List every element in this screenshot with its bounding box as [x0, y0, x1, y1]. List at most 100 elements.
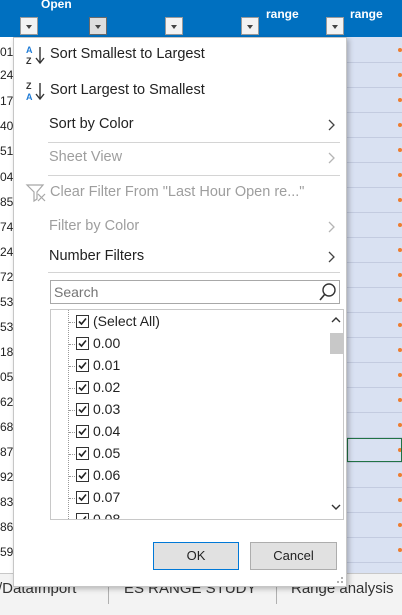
autofilter-dropdown-panel: A Z Sort Smallest to Largest Z A Sort La… — [13, 37, 347, 587]
filter-value-label: 0.03 — [93, 401, 121, 417]
row-gridline — [347, 87, 402, 88]
filter-dropdown-button[interactable] — [165, 17, 183, 35]
header-range-2: range — [350, 7, 383, 21]
checkbox[interactable] — [76, 447, 89, 460]
cell-fragment[interactable]: 92 — [0, 470, 14, 484]
filter-value-item[interactable]: 0.01 — [51, 355, 321, 377]
select-all-item[interactable]: (Select All) — [51, 311, 321, 333]
magnifier-icon[interactable] — [318, 282, 338, 302]
menu-separator — [48, 272, 340, 273]
filter-value-label: 0.05 — [93, 445, 121, 461]
scroll-up-arrow-icon[interactable] — [330, 314, 342, 326]
cell-fragment[interactable]: 51 — [0, 144, 14, 158]
filter-value-label: 0.02 — [93, 379, 121, 395]
cell-indicator-dot — [398, 423, 402, 427]
number-filters-item[interactable]: Number Filters — [14, 242, 346, 272]
chevron-right-icon — [328, 119, 335, 131]
cell-fragment[interactable]: 86 — [0, 520, 14, 534]
sort-ascending-item[interactable]: A Z Sort Smallest to Largest — [14, 40, 346, 70]
cell-fragment[interactable]: 53 — [0, 295, 14, 309]
filter-dropdown-button[interactable] — [241, 17, 259, 35]
cell-fragment[interactable]: 05 — [0, 370, 14, 384]
header-range: range — [266, 7, 299, 21]
list-scrollbar[interactable] — [328, 310, 343, 519]
svg-text:A: A — [26, 92, 33, 102]
filter-value-item[interactable]: 0.08 — [51, 509, 321, 520]
sheet-view-label: Sheet View — [49, 149, 123, 165]
filter-dropdown-button[interactable] — [326, 17, 344, 35]
clear-filter-icon — [25, 184, 46, 203]
filter-value-item[interactable]: 0.04 — [51, 421, 321, 443]
row-gridline — [347, 112, 402, 113]
ok-button[interactable]: OK — [153, 542, 239, 570]
cell-fragment[interactable]: 72 — [0, 270, 14, 284]
filter-value-item[interactable]: 0.02 — [51, 377, 321, 399]
sort-descending-item[interactable]: Z A Sort Largest to Smallest — [14, 76, 346, 106]
search-box[interactable] — [50, 280, 340, 304]
scrollbar-thumb[interactable] — [330, 333, 343, 354]
checkbox[interactable] — [76, 315, 89, 328]
checkbox[interactable] — [76, 381, 89, 394]
filter-dropdown-button-active[interactable] — [89, 17, 107, 35]
row-gridline — [347, 237, 402, 238]
filter-values-list[interactable]: (Select All) 0.00 0.01 0.02 0.03 0.04 0.05 0.06… — [50, 309, 344, 520]
cell-fragment[interactable]: 68 — [0, 420, 14, 434]
row-gridline — [347, 537, 402, 538]
cell-fragment[interactable]: 17 — [0, 94, 14, 108]
checkmark-icon — [78, 317, 87, 326]
checkbox[interactable] — [76, 337, 89, 350]
sort-ascending-icon: A Z — [26, 45, 45, 66]
filter-value-item[interactable]: 0.00 — [51, 333, 321, 355]
resize-grip-icon[interactable] — [336, 576, 344, 584]
range-column[interactable] — [347, 37, 402, 573]
filter-value-item[interactable]: 0.07 — [51, 487, 321, 509]
filter-value-label: (Select All) — [93, 313, 160, 329]
clear-filter-label: Clear Filter From "Last Hour Open re..." — [50, 184, 305, 200]
sheet-view-item: Sheet View — [14, 143, 346, 173]
checkbox[interactable] — [76, 425, 89, 438]
filter-value-item[interactable]: 0.03 — [51, 399, 321, 421]
cell-indicator-dot — [398, 323, 402, 327]
row-gridline — [347, 212, 402, 213]
search-input[interactable] — [51, 281, 317, 303]
cell-indicator-dot — [398, 148, 402, 152]
sort-by-color-item[interactable]: Sort by Color — [14, 110, 346, 140]
row-gridline — [347, 312, 402, 313]
cell-fragment[interactable]: 04 — [0, 170, 14, 184]
row-gridline — [347, 287, 402, 288]
scroll-down-arrow-icon[interactable] — [330, 501, 342, 513]
cell-fragment[interactable]: 85 — [0, 195, 14, 209]
cell-fragment[interactable]: 74 — [0, 220, 14, 234]
filter-value-label: 0.08 — [93, 511, 121, 520]
cell-fragment[interactable]: 24 — [0, 245, 14, 259]
number-filters-label: Number Filters — [49, 248, 145, 264]
cell-fragment[interactable]: 87 — [0, 445, 14, 459]
cell-fragment[interactable]: 18 — [0, 345, 14, 359]
filter-value-label: 0.04 — [93, 423, 121, 439]
filter-dropdown-button[interactable] — [20, 17, 38, 35]
header-open: Open — [41, 0, 72, 11]
checkbox[interactable] — [76, 469, 89, 482]
cell-fragment[interactable]: 59 — [0, 545, 14, 559]
cell-fragment[interactable]: 62 — [0, 395, 14, 409]
cell-fragment[interactable]: 53 — [0, 320, 14, 334]
filter-by-color-label: Filter by Color — [49, 218, 140, 234]
checkbox[interactable] — [76, 359, 89, 372]
checkmark-icon — [78, 449, 87, 458]
checkbox[interactable] — [76, 491, 89, 504]
cell-fragment[interactable]: 01 — [0, 45, 14, 59]
cancel-button[interactable]: Cancel — [250, 542, 337, 570]
row-gridline — [347, 562, 402, 563]
row-gridline — [347, 512, 402, 513]
checkbox[interactable] — [76, 403, 89, 416]
filter-value-item[interactable]: 0.06 — [51, 465, 321, 487]
checkbox[interactable] — [76, 513, 89, 519]
cell-fragment[interactable]: 83 — [0, 495, 14, 509]
active-cell-outline — [347, 438, 402, 462]
cell-indicator-dot — [398, 298, 402, 302]
menu-separator — [48, 175, 340, 176]
cell-fragment[interactable]: 24 — [0, 68, 14, 82]
cell-indicator-dot — [398, 123, 402, 127]
filter-value-item[interactable]: 0.05 — [51, 443, 321, 465]
cell-fragment[interactable]: 40 — [0, 119, 14, 133]
